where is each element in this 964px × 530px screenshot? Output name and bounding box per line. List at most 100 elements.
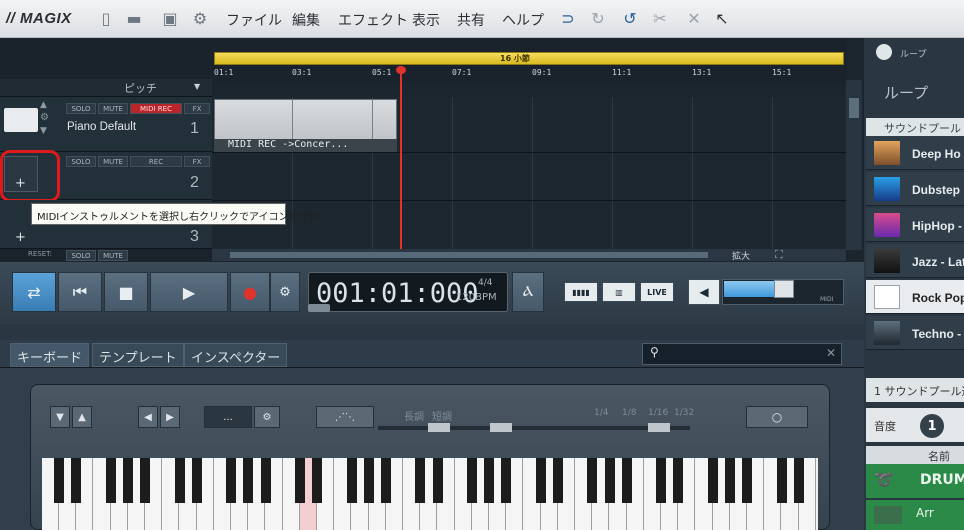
undo-history-icon[interactable]: ⊃ <box>558 8 578 28</box>
keyboard-mode-button[interactable]: ▮▮▮▮ <box>564 282 598 302</box>
zoom-label[interactable]: 拡大 <box>732 249 750 262</box>
menu-share[interactable]: 共有 <box>457 10 485 30</box>
menu-view[interactable]: 表示 <box>412 10 440 30</box>
piano-black-key[interactable] <box>381 458 391 503</box>
major-scale-label[interactable]: 長調 <box>404 408 424 423</box>
scale-slider-handle[interactable] <box>428 423 450 432</box>
octave-down-icon[interactable]: ▼ <box>50 406 70 428</box>
piano-black-key[interactable] <box>260 458 271 503</box>
piano-black-key[interactable] <box>467 458 477 503</box>
play-button[interactable]: ▶ <box>150 272 228 312</box>
counter-scroll-handle[interactable] <box>308 304 330 312</box>
save-icon[interactable]: ▣ <box>160 8 180 28</box>
pattern-slider-handle[interactable] <box>490 423 512 432</box>
piano-black-key[interactable] <box>656 458 667 503</box>
cut-scissors-icon[interactable]: ✂ <box>650 8 670 28</box>
next-preset-icon[interactable]: ▶ <box>160 406 180 428</box>
fit-zoom-icon[interactable]: ⛶ <box>775 248 783 262</box>
record-settings-gear-icon[interactable]: ⚙ <box>270 272 300 312</box>
piano-black-key[interactable] <box>587 458 598 503</box>
track-settings-gear-icon[interactable]: ⚙ <box>40 112 49 123</box>
tab-template[interactable]: テンプレート <box>92 343 184 367</box>
piano-black-key[interactable] <box>673 458 684 503</box>
meter-display[interactable]: 4/4 <box>478 278 492 288</box>
piano-black-key[interactable] <box>776 458 787 503</box>
menu-help[interactable]: ヘルプ <box>502 10 544 30</box>
mute-reset-button[interactable]: MUTE <box>98 250 128 261</box>
rewind-to-start-button[interactable]: ⏮ <box>58 272 102 312</box>
piano-black-key[interactable] <box>535 458 546 503</box>
speaker-icon[interactable]: ◀ <box>688 279 720 305</box>
scroll-thumb[interactable] <box>849 98 859 118</box>
solo-reset-button[interactable]: SOLO <box>66 250 96 261</box>
piano-black-key[interactable] <box>415 458 426 503</box>
note-value-label[interactable]: 1/4 <box>594 408 608 418</box>
midi-device-button[interactable]: ▥ <box>602 282 636 302</box>
piano-black-key[interactable] <box>191 458 202 503</box>
bpm-display[interactable]: 120BPM <box>456 292 497 303</box>
keyboard-settings-gear-icon[interactable]: ⚙ <box>254 406 280 428</box>
playhead-handle[interactable] <box>396 66 406 74</box>
pitch-dropdown-icon[interactable]: ▼ <box>194 82 200 91</box>
stop-button[interactable]: ■ <box>104 272 148 312</box>
piano-black-key[interactable] <box>432 458 443 503</box>
add-instrument-plus-icon[interactable]: + <box>15 230 26 245</box>
piano-black-key[interactable] <box>105 458 116 503</box>
solo-button[interactable]: SOLO <box>66 103 96 114</box>
piano-black-key[interactable] <box>54 458 65 503</box>
tab-inspector[interactable]: インスペクター <box>184 343 288 367</box>
redo-icon[interactable]: ↻ <box>588 8 608 28</box>
live-mode-button[interactable]: LIVE <box>640 282 674 302</box>
menu-file[interactable]: ファイル <box>226 10 282 30</box>
volume-handle[interactable] <box>774 280 794 298</box>
piano-instrument-icon[interactable] <box>4 108 38 132</box>
piano-black-key[interactable] <box>793 458 804 503</box>
note-value-label[interactable]: 1/8 <box>622 408 636 418</box>
fx-button[interactable]: FX <box>184 103 210 114</box>
note-value-slider-handle[interactable] <box>648 423 670 432</box>
piano-black-key[interactable] <box>553 458 563 503</box>
settings-gear-icon[interactable]: ⚙ <box>190 8 210 28</box>
piano-black-key[interactable] <box>140 458 151 503</box>
tempo-value-badge[interactable]: 1 <box>920 414 944 438</box>
minor-scale-label[interactable]: 短調 <box>432 408 452 423</box>
prev-preset-icon[interactable]: ◀ <box>138 406 158 428</box>
track-up-icon[interactable]: ▲ <box>40 100 47 110</box>
mute-button[interactable]: MUTE <box>98 103 128 114</box>
playhead-marker[interactable] <box>400 68 402 249</box>
piano-black-key[interactable] <box>501 458 512 503</box>
rec-button[interactable]: REC <box>130 156 182 167</box>
piano-black-key[interactable] <box>346 458 357 503</box>
piano-black-key[interactable] <box>707 458 718 503</box>
menu-edit[interactable]: 編集 <box>292 10 320 30</box>
midi-rec-button[interactable]: MIDI REC <box>130 103 182 114</box>
sustain-toggle-icon[interactable]: ○ <box>746 406 808 428</box>
piano-black-key[interactable] <box>243 458 254 503</box>
scroll-thumb[interactable] <box>230 252 708 258</box>
piano-black-key[interactable] <box>621 458 632 503</box>
solo-button[interactable]: SOLO <box>66 156 96 167</box>
new-file-icon[interactable]: ▯ <box>96 8 116 28</box>
track-down-icon[interactable]: ▼ <box>40 126 47 136</box>
fx-button[interactable]: FX <box>184 156 210 167</box>
track-name[interactable]: Piano Default <box>67 121 136 133</box>
search-input[interactable] <box>642 343 842 365</box>
tab-keyboard[interactable]: キーボード <box>10 343 90 367</box>
piano-black-key[interactable] <box>604 458 615 503</box>
piano-black-key[interactable] <box>295 458 305 503</box>
preset-dropdown[interactable]: ... <box>204 406 252 428</box>
mute-button[interactable]: MUTE <box>98 156 128 167</box>
metronome-icon[interactable]: Ⲁ <box>512 272 544 312</box>
piano-black-key[interactable] <box>742 458 753 503</box>
piano-black-key[interactable] <box>123 458 133 503</box>
undo-icon[interactable]: ↺ <box>620 8 640 28</box>
clear-search-icon[interactable]: ✕ <box>826 346 836 360</box>
menu-effect[interactable]: エフェクト <box>338 10 408 30</box>
mouse-pointer-icon[interactable]: ↖ <box>712 8 732 28</box>
pitch-label[interactable]: ピッチ <box>124 80 157 96</box>
piano-black-key[interactable] <box>71 458 82 503</box>
piano-black-key[interactable] <box>312 458 323 503</box>
arpeggiator-icon[interactable]: ⋰⋱ <box>316 406 374 428</box>
arp-slider-track[interactable] <box>378 426 690 430</box>
piano-black-key[interactable] <box>484 458 495 503</box>
